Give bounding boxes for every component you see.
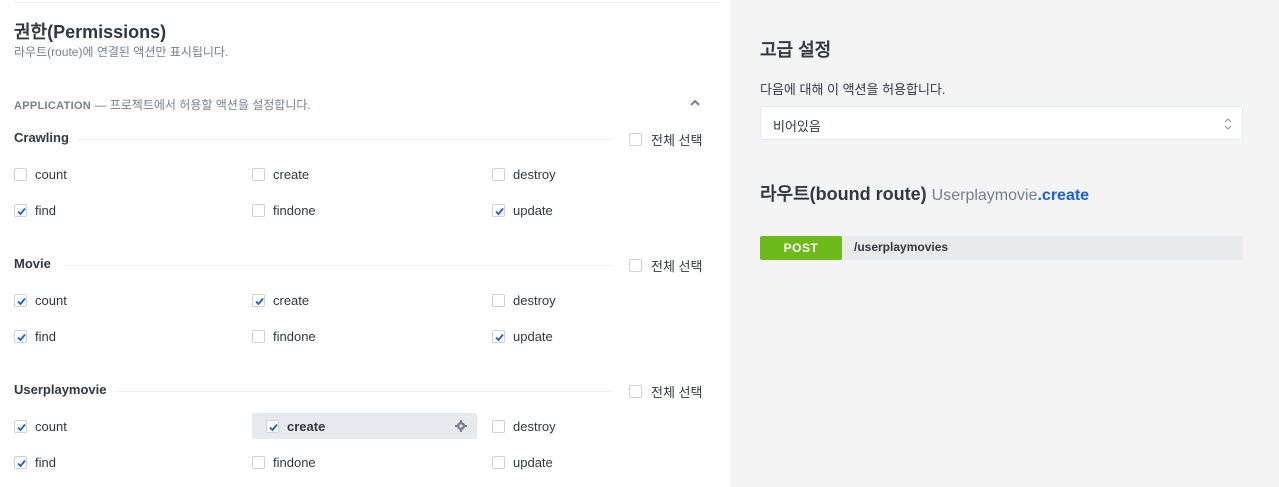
action-checkbox-create[interactable]: create	[252, 287, 452, 313]
action-checkbox-update[interactable]: update	[492, 197, 692, 223]
bound-route-title: 라우트(bound route) Userplaymovie.create	[760, 180, 1089, 206]
action-checkbox-destroy[interactable]: destroy	[492, 413, 692, 439]
divider	[64, 391, 612, 392]
action-checkbox-count[interactable]: count	[14, 287, 214, 313]
checkbox-icon[interactable]	[629, 133, 642, 146]
action-checkbox-destroy[interactable]: destroy	[492, 161, 692, 187]
checkbox-icon[interactable]	[252, 167, 265, 181]
checkbox-icon[interactable]	[492, 419, 505, 433]
select-all-checkbox[interactable]: 전체 선택	[629, 130, 702, 149]
route-path: /userplaymovies	[854, 240, 949, 254]
checkbox-icon[interactable]	[252, 329, 265, 343]
permissions-page: 권한(Permissions) 라우트(route)에 연결된 액션만 표시됩니…	[0, 0, 1279, 487]
controller-section: Crawling 전체 선택 count create destroy find findo…	[14, 130, 706, 226]
bound-route-label: 라우트(bound route)	[760, 184, 927, 204]
http-method-badge: POST	[760, 236, 842, 260]
action-label: destroy	[513, 292, 556, 308]
checkbox-icon[interactable]	[492, 293, 505, 307]
controller-header: Crawling 전체 선택	[14, 130, 706, 150]
divider	[64, 265, 612, 266]
action-checkbox-create[interactable]: create	[252, 413, 477, 439]
checkbox-icon[interactable]	[492, 455, 505, 469]
checked-checkbox-icon[interactable]	[14, 419, 27, 433]
checked-checkbox-icon[interactable]	[14, 329, 27, 343]
application-description: — 프로젝트에서 허용할 액션을 설정합니다.	[91, 98, 311, 112]
controller-header: Movie 전체 선택	[14, 256, 706, 276]
action-checkbox-count[interactable]: count	[14, 161, 214, 187]
bound-route-controller: Userplaymovie	[931, 187, 1038, 204]
action-label: create	[287, 418, 326, 434]
controller-name: Crawling	[14, 130, 77, 145]
checked-checkbox-icon[interactable]	[14, 293, 27, 307]
action-label: count	[35, 418, 67, 434]
advanced-settings-title: 고급 설정	[760, 40, 832, 60]
route-row: POST /userplaymovies	[760, 236, 1243, 260]
action-label: find	[35, 454, 56, 470]
chevron-up-icon[interactable]	[688, 96, 702, 110]
application-header[interactable]: APPLICATION — 프로젝트에서 허용할 액션을 설정합니다.	[14, 96, 706, 112]
action-label: findone	[273, 328, 316, 344]
checked-checkbox-icon[interactable]	[266, 419, 279, 433]
checked-checkbox-icon[interactable]	[252, 293, 265, 307]
select-all-label: 전체 선택	[651, 259, 703, 274]
action-label: create	[273, 292, 310, 308]
action-label: count	[35, 166, 67, 182]
action-label: find	[35, 328, 56, 344]
action-checkbox-destroy[interactable]: destroy	[492, 287, 692, 313]
action-label: update	[513, 454, 553, 470]
controller-header: Userplaymovie 전체 선택	[14, 382, 706, 402]
controller-name: Movie	[14, 256, 59, 271]
action-checkbox-find[interactable]: find	[14, 323, 214, 349]
checkbox-icon[interactable]	[629, 385, 642, 398]
page-title: 권한(Permissions)	[14, 22, 167, 42]
policy-select[interactable]: 비어있음	[760, 106, 1243, 140]
action-checkbox-create[interactable]: create	[252, 161, 452, 187]
checked-checkbox-icon[interactable]	[492, 329, 505, 343]
action-checkbox-findone[interactable]: findone	[252, 449, 452, 475]
select-arrows-icon	[1224, 118, 1232, 130]
checked-checkbox-icon[interactable]	[14, 455, 27, 469]
action-label: destroy	[513, 166, 556, 182]
checkbox-icon[interactable]	[252, 455, 265, 469]
action-checkbox-findone[interactable]: findone	[252, 197, 452, 223]
action-checkbox-update[interactable]: update	[492, 449, 692, 475]
advanced-settings-panel: 고급 설정 다음에 대해 이 액션을 허용합니다. 비어있음 라우트(bound…	[730, 0, 1279, 487]
checked-checkbox-icon[interactable]	[14, 203, 27, 217]
bound-route-action: .create	[1037, 187, 1090, 204]
action-checkbox-find[interactable]: find	[14, 197, 214, 223]
permissions-panel: 권한(Permissions) 라우트(route)에 연결된 액션만 표시됩니…	[0, 0, 730, 487]
action-label: count	[35, 292, 67, 308]
checkbox-icon[interactable]	[252, 203, 265, 217]
action-label: update	[513, 202, 553, 218]
action-label: findone	[273, 454, 316, 470]
action-label: update	[513, 328, 553, 344]
checked-checkbox-icon[interactable]	[492, 203, 505, 217]
action-checkbox-find[interactable]: find	[14, 449, 214, 475]
checkbox-icon[interactable]	[14, 167, 27, 181]
action-label: destroy	[513, 418, 556, 434]
controller-name: Userplaymovie	[14, 382, 115, 397]
checkbox-icon[interactable]	[492, 167, 505, 181]
action-label: create	[273, 166, 310, 182]
application-name: APPLICATION	[14, 100, 92, 112]
select-all-checkbox[interactable]: 전체 선택	[629, 256, 702, 275]
action-checkbox-update[interactable]: update	[492, 323, 692, 349]
select-all-checkbox[interactable]: 전체 선택	[629, 382, 702, 401]
gear-icon[interactable]	[455, 420, 467, 432]
controller-section: Userplaymovie 전체 선택 count create destroy find…	[14, 382, 706, 478]
divider	[64, 139, 612, 140]
checkbox-icon[interactable]	[629, 259, 642, 272]
divider	[14, 2, 720, 3]
controller-section: Movie 전체 선택 count create destroy find findone u…	[14, 256, 706, 352]
action-checkbox-findone[interactable]: findone	[252, 323, 452, 349]
select-all-label: 전체 선택	[651, 385, 703, 400]
policy-select-value: 비어있음	[773, 119, 821, 134]
action-label: find	[35, 202, 56, 218]
select-all-label: 전체 선택	[651, 133, 703, 148]
page-subtitle: 라우트(route)에 연결된 액션만 표시됩니다.	[14, 45, 229, 59]
allow-label: 다음에 대해 이 액션을 허용합니다.	[760, 82, 946, 97]
action-label: findone	[273, 202, 316, 218]
action-checkbox-count[interactable]: count	[14, 413, 214, 439]
